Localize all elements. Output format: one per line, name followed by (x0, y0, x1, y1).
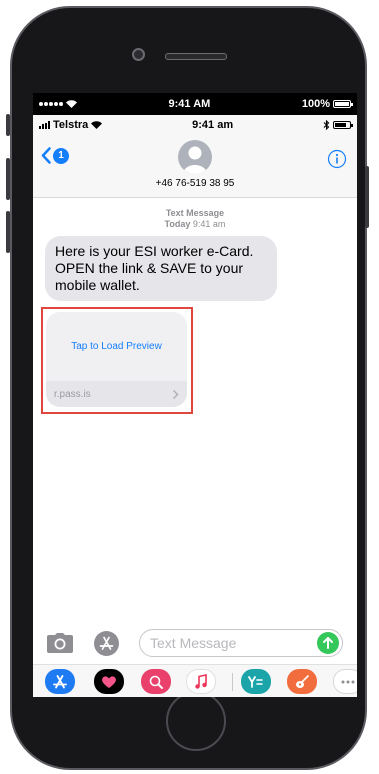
app-store-button[interactable] (94, 631, 119, 656)
incoming-message-bubble[interactable]: Here is your ESI worker e-Card. OPEN the… (45, 236, 277, 301)
simulator-time: 9:41 AM (168, 98, 211, 110)
contact-number[interactable]: +46 76-519 38 95 (33, 178, 357, 189)
info-icon[interactable] (327, 149, 347, 169)
message-type-label: Text Message (165, 208, 225, 218)
camera-icon[interactable] (47, 633, 73, 653)
more-icon[interactable] (333, 669, 357, 694)
message-day: Today (164, 219, 191, 229)
bluetooth-icon (323, 120, 330, 130)
battery-percent: 100% (301, 98, 330, 110)
conversation-header: 1 +46 76-519 38 95 (33, 135, 357, 198)
mute-switch (6, 114, 10, 136)
signal-bars-icon (39, 121, 50, 129)
wifi-icon (66, 100, 77, 108)
music-icon[interactable] (186, 669, 216, 694)
arrow-up-icon (323, 637, 333, 649)
guitar-app-icon[interactable] (287, 669, 317, 694)
app-store-icon (99, 636, 114, 650)
volume-down-button (6, 211, 10, 253)
volume-up-button (6, 158, 10, 200)
yelp-style-app-icon[interactable] (241, 669, 271, 694)
send-button[interactable] (317, 632, 339, 654)
carrier-name: Telstra (53, 119, 89, 131)
composer-bar: Text Message (33, 626, 357, 662)
message-time: 9:41 am (192, 219, 226, 229)
earpiece-speaker (165, 53, 227, 60)
tap-to-load-preview[interactable]: Tap to Load Preview (46, 312, 187, 381)
battery-icon (333, 121, 353, 129)
app-time: 9:41 am (192, 119, 234, 131)
app-status-bar: Telstra 9:41 am (33, 115, 357, 135)
contact-avatar-icon[interactable] (178, 140, 212, 174)
link-domain: r.pass.is (54, 388, 91, 400)
app-store-icon[interactable] (45, 669, 75, 694)
link-preview-card[interactable]: Tap to Load Preview r.pass.is (46, 312, 187, 407)
front-camera (132, 48, 145, 61)
link-preview-footer: r.pass.is (46, 381, 187, 407)
battery-icon (332, 100, 353, 108)
message-input-placeholder: Text Message (150, 635, 237, 651)
simulator-status-bar: 9:41 AM 100% (33, 93, 357, 115)
wifi-icon (91, 121, 103, 129)
back-button[interactable]: 1 (41, 147, 69, 164)
chevron-left-icon (41, 147, 51, 164)
home-button[interactable] (166, 691, 226, 751)
messages-screen: 9:41 AM 100% Telstra 9:41 am 1 +46 76-51… (33, 93, 357, 697)
drawer-divider (232, 673, 233, 691)
message-input[interactable]: Text Message (139, 629, 343, 657)
web-search-icon[interactable] (141, 669, 171, 694)
power-button (365, 166, 369, 228)
app-drawer (33, 664, 357, 697)
heart-sticker-icon[interactable] (94, 669, 124, 694)
chevron-right-icon (172, 389, 179, 399)
message-timestamp: Text Message Today 9:41 am (33, 208, 357, 230)
unread-count-badge: 1 (53, 147, 69, 164)
signal-dots-icon (39, 102, 63, 106)
